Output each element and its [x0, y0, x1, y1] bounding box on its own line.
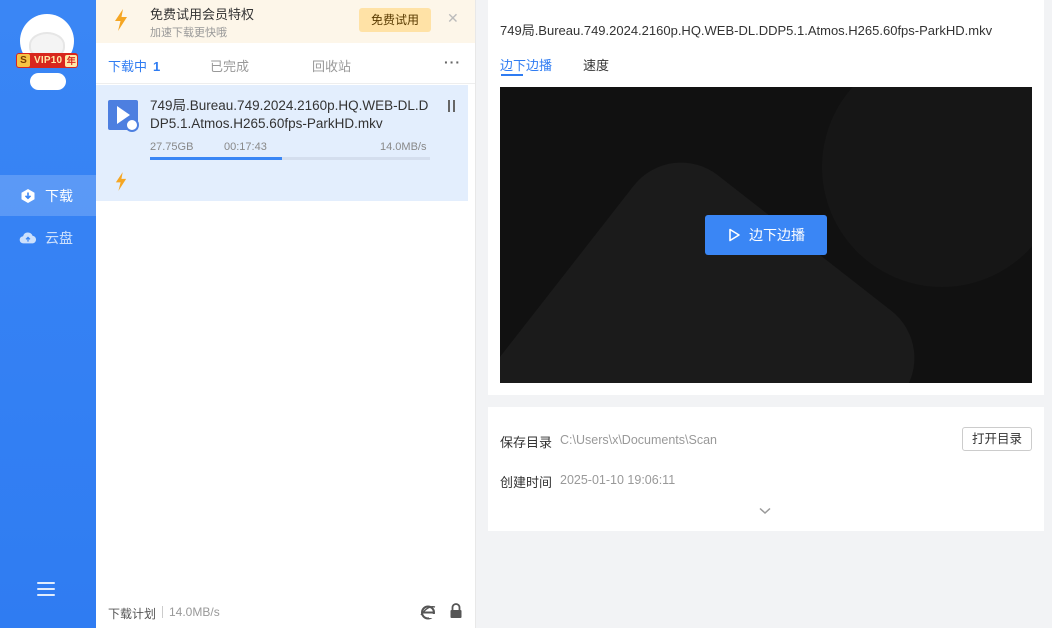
- lightning-icon: [114, 9, 128, 34]
- vip-s-icon: S: [17, 54, 30, 67]
- open-directory-button[interactable]: 打开目录: [962, 427, 1032, 451]
- promo-banner: 免费试用会员特权 加速下载更快哦 免费试用 ✕: [96, 0, 475, 43]
- tab-speed[interactable]: 速度: [583, 55, 609, 74]
- lock-icon[interactable]: [449, 603, 463, 619]
- cloud-icon: [19, 229, 37, 247]
- sidebar-item-cloud[interactable]: 云盘: [0, 217, 96, 258]
- detail-file-title: 749局.Bureau.749.2024.2160p.HQ.WEB-DL.DDP…: [500, 23, 993, 38]
- created-time-label: 创建时间: [500, 475, 553, 490]
- play-icon: [729, 228, 740, 242]
- tab-count: 1: [153, 59, 161, 74]
- download-icon: [19, 187, 37, 205]
- pause-icon[interactable]: [448, 100, 458, 112]
- save-dir-label: 保存目录: [500, 435, 553, 450]
- free-trial-button[interactable]: 免费试用: [359, 8, 431, 32]
- accelerate-icon[interactable]: [115, 172, 127, 194]
- download-tabs: 下载中 1 已完成 回收站 ···: [96, 43, 475, 84]
- tab-downloading[interactable]: 下载中 1: [108, 56, 160, 75]
- vip-badge[interactable]: S VIP10 年: [16, 53, 78, 68]
- sidebar-item-label: 云盘: [45, 229, 73, 246]
- status-footer: 下载计划 14.0MB/s: [96, 598, 476, 628]
- vip-year: 年: [65, 54, 78, 67]
- total-speed: 14.0MB/s: [169, 605, 220, 619]
- video-file-icon: [108, 100, 139, 132]
- download-list-panel: 免费试用会员特权 加速下载更快哦 免费试用 ✕ 下载中 1 已完成 回收站 ···…: [96, 0, 476, 628]
- download-plan-link[interactable]: 下载计划: [108, 605, 156, 622]
- task-progress-bar: [150, 157, 430, 160]
- sidebar-item-label: 下载: [45, 187, 73, 204]
- play-while-download-button[interactable]: 边下边播: [705, 215, 827, 255]
- video-player[interactable]: 边下边播: [500, 87, 1032, 383]
- download-task-row[interactable]: 749局.Bureau.749.2024.2160p.HQ.WEB-DL.DDP…: [96, 85, 468, 201]
- close-icon[interactable]: ✕: [447, 10, 459, 27]
- tab-completed[interactable]: 已完成: [210, 56, 249, 75]
- task-file-name: 749局.Bureau.749.2024.2160p.HQ.WEB-DL.DDP…: [150, 98, 429, 131]
- user-name-pill[interactable]: [30, 73, 66, 90]
- task-size: 27.75GB: [150, 141, 194, 153]
- play-button-label: 边下边播: [749, 227, 805, 243]
- promo-title: 免费试用会员特权: [150, 7, 255, 22]
- save-dir-path: C:\Users\x\Documents\Scan: [560, 433, 717, 447]
- browser-e-icon[interactable]: [420, 604, 436, 620]
- task-speed: 14.0MB/s: [380, 141, 427, 153]
- more-options-icon[interactable]: ···: [444, 54, 461, 70]
- chevron-down-icon[interactable]: [759, 503, 771, 518]
- tab-recycle-bin[interactable]: 回收站: [312, 56, 351, 75]
- active-tab-indicator: [501, 74, 523, 76]
- tab-play-while-download[interactable]: 边下边播: [500, 55, 552, 74]
- file-info-panel: 保存目录 C:\Users\x\Documents\Scan 打开目录 创建时间…: [488, 407, 1044, 531]
- created-time-value: 2025-01-10 19:06:11: [560, 473, 676, 487]
- menu-icon[interactable]: [37, 582, 55, 596]
- detail-panel: 749局.Bureau.749.2024.2160p.HQ.WEB-DL.DDP…: [488, 0, 1044, 395]
- task-time-remaining: 00:17:43: [224, 141, 267, 153]
- vip-label: VIP10: [34, 55, 63, 66]
- divider: [162, 606, 163, 618]
- sidebar: S VIP10 年 下载 云盘: [0, 0, 96, 628]
- sidebar-item-download[interactable]: 下载: [0, 175, 96, 216]
- promo-subtitle: 加速下载更快哦: [150, 27, 227, 39]
